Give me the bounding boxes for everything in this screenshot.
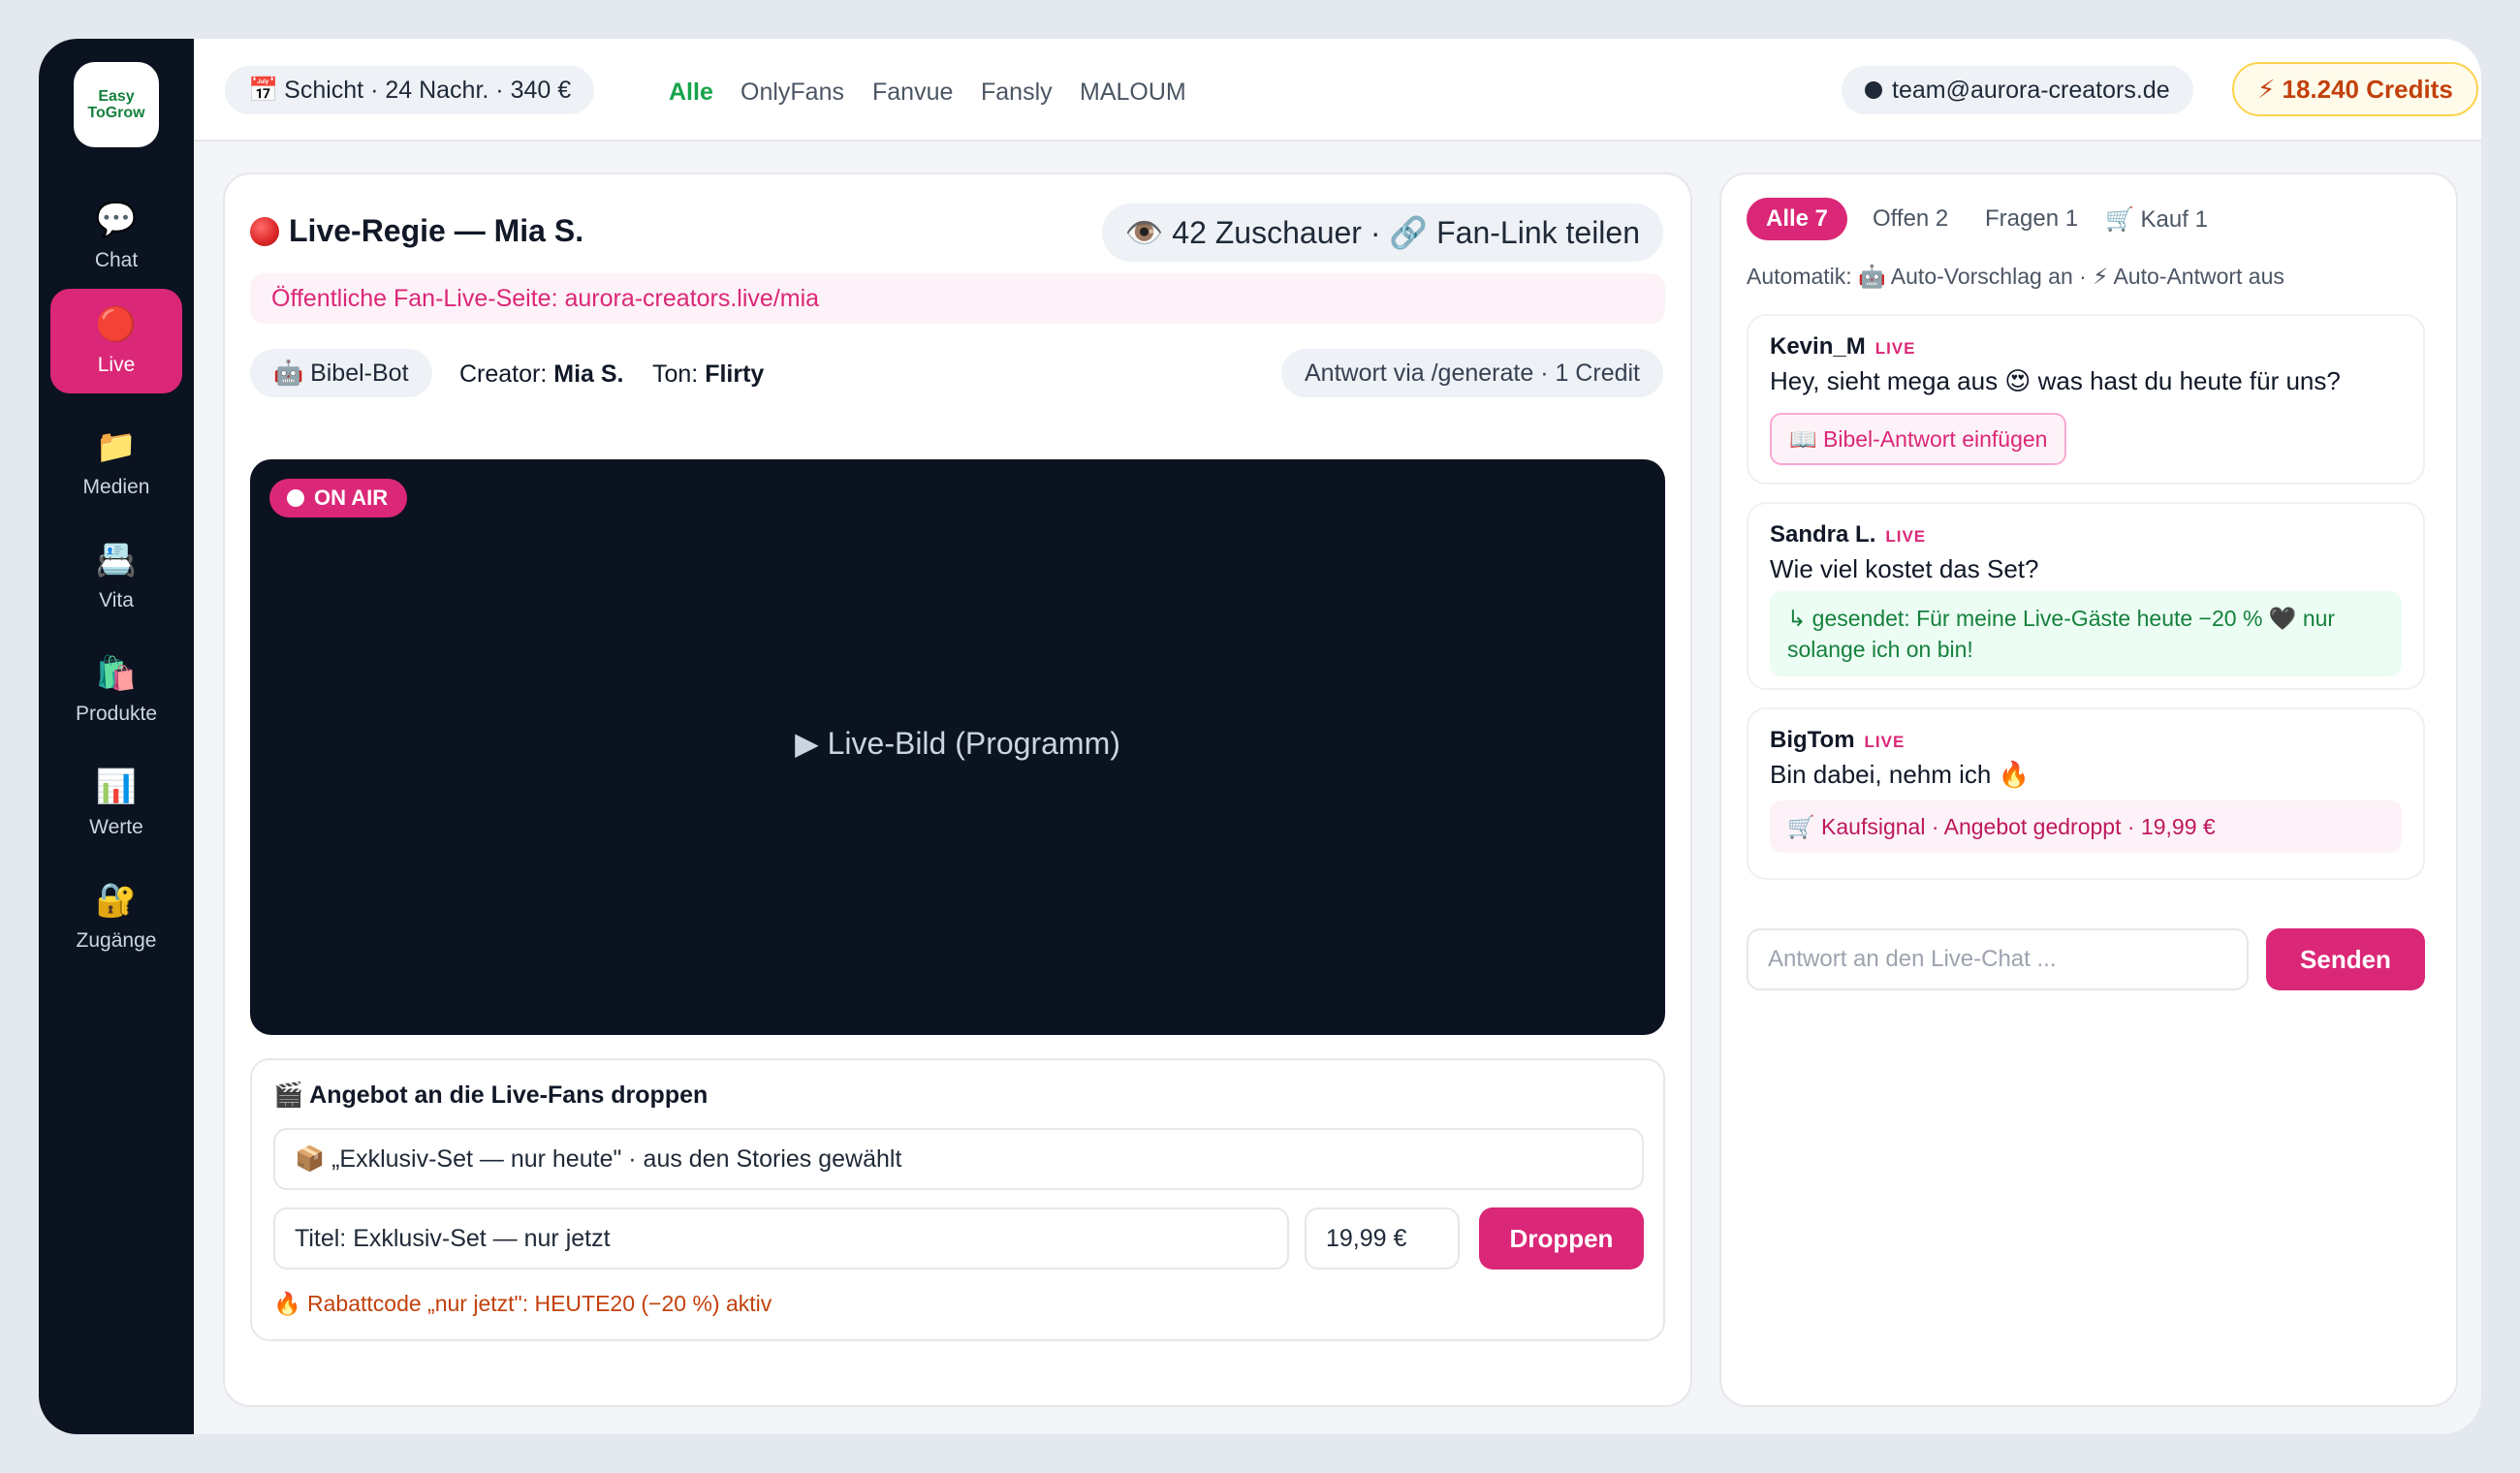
bot-selector[interactable]: 🤖 Bibel-Bot — [250, 349, 432, 397]
message-text: Wie viel kostet das Set? — [1770, 554, 2039, 583]
on-air-dot-icon — [287, 489, 304, 507]
platform-tab-alle[interactable]: Alle — [669, 78, 713, 107]
page-title: Live-Regie — Mia S. — [250, 213, 583, 249]
account-email-text: team@aurora-creators.de — [1892, 76, 2170, 104]
sidebar-item-label: Vita — [99, 589, 134, 611]
sidebar: Easy ToGrow 💬 Chat 🔴 Live 📁 Medien 📇 Vit… — [39, 39, 194, 1434]
api-info-badge: Antwort via /generate · 1 Credit — [1281, 349, 1663, 397]
platform-tab-onlyfans[interactable]: OnlyFans — [740, 78, 844, 107]
live-tag: LIVE — [1885, 527, 1927, 546]
live-control-card: Live-Regie — Mia S. 👁️ 42 Zuschauer · 🔗 … — [223, 172, 1692, 1407]
discount-code-status: 🔥 Rabattcode „nur jetzt": HEUTE20 (−20 %… — [273, 1291, 772, 1316]
filter-tab-fragen[interactable]: Fragen 1 — [1985, 198, 2078, 240]
creator-value: Mia S. — [553, 360, 624, 388]
purchase-signal: 🛒 Kaufsignal · Angebot gedroppt · 19,99 … — [1770, 800, 2402, 853]
offer-price-input[interactable]: 19,99 € — [1305, 1207, 1460, 1269]
sidebar-item-produkte[interactable]: 🛍️ Produkte — [50, 638, 182, 742]
sidebar-item-werte[interactable]: 📊 Werte — [50, 751, 182, 856]
offer-drop-panel: 🎬 Angebot an die Live-Fans droppen 📦 „Ex… — [250, 1058, 1665, 1341]
platform-tab-fanvue[interactable]: Fanvue — [872, 78, 953, 107]
on-air-text: ON AIR — [314, 486, 389, 510]
sidebar-item-label: Live — [97, 354, 136, 376]
status-dot-icon — [1865, 81, 1882, 99]
app-logo[interactable]: Easy ToGrow — [74, 62, 159, 147]
account-email[interactable]: team@aurora-creators.de — [1842, 66, 2193, 114]
folder-icon: 📁 — [95, 428, 138, 465]
message-author-name: Kevin_M — [1770, 333, 1866, 360]
filter-tab-offen[interactable]: Offen 2 — [1873, 198, 1948, 240]
bar-chart-icon: 📊 — [95, 768, 138, 805]
chat-bubble-icon: 💬 — [95, 202, 138, 238]
sidebar-item-medien[interactable]: 📁 Medien — [50, 411, 182, 516]
live-video-preview[interactable]: ON AIR ▶ Live-Bild (Programm) — [250, 459, 1665, 1035]
sidebar-item-label: Chat — [94, 249, 139, 271]
logo-line-2: ToGrow — [87, 105, 145, 121]
sidebar-item-vita[interactable]: 📇 Vita — [50, 524, 182, 629]
chat-message[interactable]: Sandra L. LIVE Wie viel kostet das Set? ↳… — [1747, 502, 2425, 690]
live-tag: LIVE — [1874, 339, 1916, 358]
platform-tab-fansly[interactable]: Fansly — [981, 78, 1053, 107]
live-dot-icon: 🔴 — [95, 306, 138, 343]
live-red-dot-icon — [250, 216, 279, 246]
on-air-badge: ON AIR — [269, 479, 408, 517]
top-bar: 📅 Schicht · 24 Nachr. · 340 € Alle OnlyF… — [194, 39, 2481, 141]
offer-selection-field[interactable]: 📦 „Exklusiv-Set — nur heute" · aus den S… — [273, 1128, 1644, 1190]
sidebar-item-label: Zugänge — [76, 929, 157, 952]
sidebar-item-label: Werte — [89, 816, 143, 838]
sidebar-item-label: Medien — [82, 476, 150, 498]
card-index-icon: 📇 — [95, 542, 138, 579]
offer-title-text: Titel: Exklusiv-Set — nur jetzt — [295, 1224, 611, 1252]
message-author-name: Sandra L. — [1770, 521, 1876, 548]
video-placeholder-label: ▶ Live-Bild (Programm) — [795, 726, 1120, 761]
logo-line-1: Easy — [98, 88, 135, 105]
sidebar-item-chat[interactable]: 💬 Chat — [50, 184, 182, 289]
drop-offer-button[interactable]: Droppen — [1479, 1207, 1644, 1269]
offer-price-text: 19,99 € — [1326, 1224, 1407, 1252]
message-author: Kevin_M LIVE — [1770, 333, 1916, 360]
message-text: Bin dabei, nehm ich 🔥 — [1770, 760, 2030, 789]
message-text: Hey, sieht mega aus 😍 was hast du heute … — [1770, 366, 2341, 395]
lock-key-icon: 🔐 — [95, 882, 138, 919]
public-fan-page-text: Öffentliche Fan-Live-Seite: aurora-creat… — [271, 284, 820, 312]
viewer-count-share-link[interactable]: 👁️ 42 Zuschauer · 🔗 Fan-Link teilen — [1101, 204, 1663, 262]
viewer-share-text: 👁️ 42 Zuschauer · 🔗 Fan-Link teilen — [1124, 215, 1640, 250]
tone-value: Flirty — [705, 360, 765, 388]
live-chat-reply-input[interactable] — [1747, 928, 2249, 990]
app-window: Easy ToGrow 💬 Chat 🔴 Live 📁 Medien 📇 Vit… — [39, 39, 2481, 1434]
insert-bible-answer-button[interactable]: 📖 Bibel-Antwort einfügen — [1770, 413, 2067, 465]
chat-message[interactable]: Kevin_M LIVE Hey, sieht mega aus 😍 was ha… — [1747, 314, 2425, 485]
tone-label: Ton: — [652, 360, 699, 388]
sidebar-item-label: Produkte — [75, 703, 158, 725]
automation-status: Automatik: 🤖 Auto-Vorschlag an · ⚡ Auto-… — [1747, 264, 2284, 289]
shift-summary[interactable]: 📅 Schicht · 24 Nachr. · 340 € — [225, 66, 595, 114]
filter-tab-alle[interactable]: Alle 7 — [1747, 198, 1848, 240]
live-chat-panel: Alle 7 Offen 2 Fragen 1 🛒 Kauf 1 Automat… — [1719, 172, 2458, 1407]
creator-label: Creator: — [459, 360, 548, 388]
creator-info: Creator: Mia S. — [459, 360, 624, 389]
message-author: Sandra L. LIVE — [1770, 521, 1926, 548]
credits-text: ⚡ 18.240 Credits — [2257, 74, 2453, 104]
chat-message[interactable]: BigTom LIVE Bin dabei, nehm ich 🔥 🛒 Kaufs… — [1747, 707, 2425, 880]
bot-selector-text: 🤖 Bibel-Bot — [273, 359, 409, 387]
shift-summary-text: Schicht · 24 Nachr. · 340 € — [284, 76, 572, 104]
calendar-icon: 📅 — [248, 76, 279, 104]
offer-title-input[interactable]: Titel: Exklusiv-Set — nur jetzt — [273, 1207, 1289, 1269]
tone-info: Ton: Flirty — [652, 360, 764, 389]
credits-badge[interactable]: ⚡ 18.240 Credits — [2232, 62, 2478, 116]
offer-drop-title: 🎬 Angebot an die Live-Fans droppen — [273, 1081, 709, 1109]
filter-tab-kauf[interactable]: 🛒 Kauf 1 — [2105, 198, 2208, 240]
page-title-text: Live-Regie — Mia S. — [289, 213, 584, 248]
live-tag: LIVE — [1864, 733, 1906, 751]
offer-selection-text: 📦 „Exklusiv-Set — nur heute" · aus den S… — [295, 1144, 902, 1173]
sidebar-item-live[interactable]: 🔴 Live — [50, 289, 182, 393]
shopping-bags-icon: 🛍️ — [95, 655, 138, 692]
platform-tab-maloum[interactable]: MALOUM — [1080, 78, 1186, 107]
message-author-name: BigTom — [1770, 727, 1855, 753]
sent-reply: ↳ gesendet: Für meine Live-Gäste heute −… — [1770, 591, 2402, 676]
public-fan-page-link[interactable]: Öffentliche Fan-Live-Seite: aurora-creat… — [250, 273, 1665, 324]
message-author: BigTom LIVE — [1770, 727, 1905, 754]
sidebar-item-zugaenge[interactable]: 🔐 Zugänge — [50, 864, 182, 969]
send-button[interactable]: Senden — [2266, 928, 2425, 990]
api-info-text: Antwort via /generate · 1 Credit — [1305, 359, 1640, 387]
